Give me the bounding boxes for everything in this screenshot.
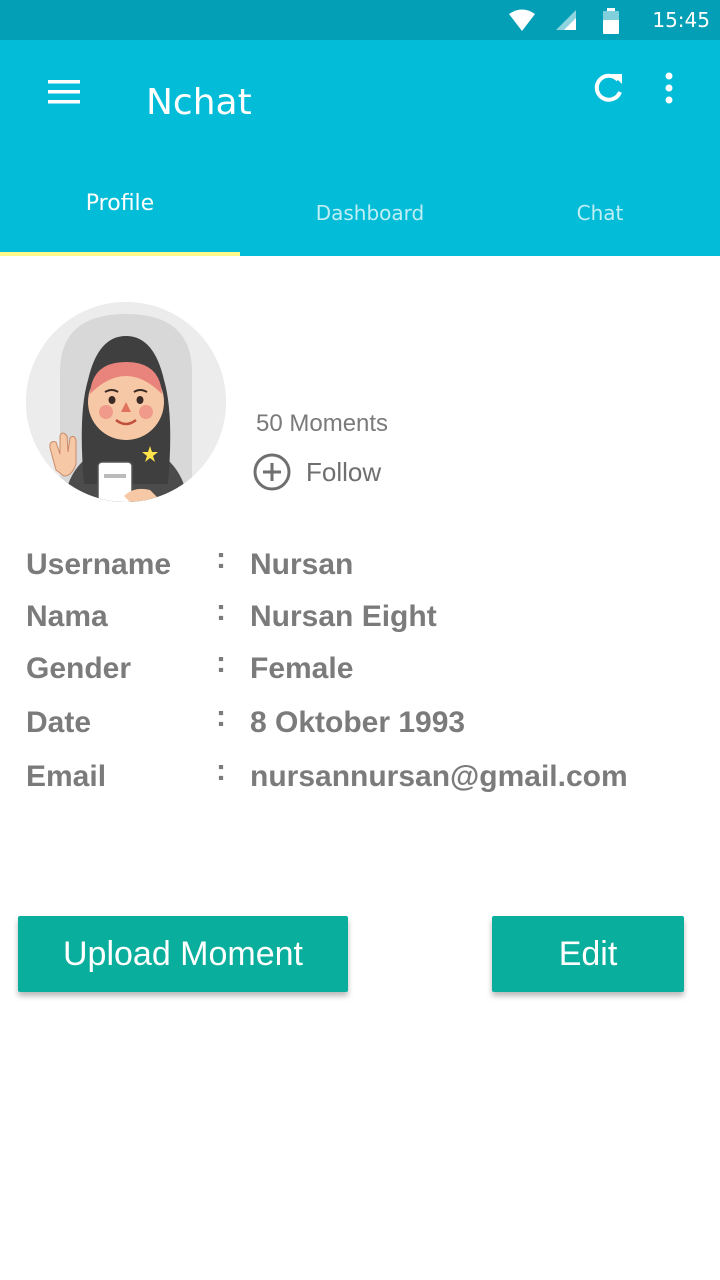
- tab-indicator: [0, 252, 240, 256]
- more-vert-icon[interactable]: [654, 70, 684, 110]
- menu-icon[interactable]: [46, 78, 84, 108]
- date-label: Date: [26, 706, 92, 739]
- battery-icon: [603, 8, 619, 34]
- status-time: 15:45: [652, 8, 710, 32]
- username-value: Nursan: [250, 548, 354, 581]
- info-row-gender: Gender : Female: [26, 646, 706, 702]
- info-row-username: Username : Nursan: [26, 542, 706, 598]
- nama-label: Nama: [26, 600, 108, 633]
- gender-value: Female: [250, 652, 354, 685]
- gender-colon: :: [216, 646, 226, 679]
- date-colon: :: [216, 700, 226, 733]
- nama-colon: :: [216, 594, 226, 627]
- status-bar: 15:45: [0, 0, 720, 40]
- follow-button[interactable]: Follow: [252, 450, 381, 494]
- moments-count: 50 Moments: [256, 410, 389, 437]
- app-title: Nchat: [146, 82, 252, 123]
- add-circle-icon: [253, 453, 291, 491]
- info-row-date: Date : 8 Oktober 1993: [26, 700, 706, 756]
- gender-label: Gender: [26, 652, 132, 685]
- tab-dashboard[interactable]: Dashboard: [240, 170, 500, 256]
- refresh-icon[interactable]: [588, 68, 628, 108]
- avatar[interactable]: [26, 302, 226, 502]
- edit-button[interactable]: Edit: [492, 916, 684, 992]
- username-label: Username: [26, 548, 172, 581]
- signal-icon: [556, 10, 576, 30]
- date-value: 8 Oktober 1993: [250, 706, 466, 739]
- wifi-icon: [509, 9, 535, 31]
- follow-label: Follow: [306, 456, 382, 487]
- app-toolbar: Nchat Profile Dashboard Chat: [0, 40, 720, 256]
- avatar-illustration: [26, 302, 226, 502]
- email-value: nursannursan@gmail.com: [250, 760, 628, 793]
- info-row-email: Email : nursannursan@gmail.com: [26, 754, 706, 810]
- email-label: Email: [26, 760, 107, 793]
- info-row-nama: Nama : Nursan Eight: [26, 594, 706, 650]
- nama-value: Nursan Eight: [250, 600, 437, 633]
- email-colon: :: [216, 754, 226, 787]
- tab-chat[interactable]: Chat: [480, 170, 720, 256]
- tab-profile[interactable]: Profile: [0, 160, 240, 246]
- upload-moment-button[interactable]: Upload Moment: [18, 916, 348, 992]
- username-colon: :: [216, 542, 226, 575]
